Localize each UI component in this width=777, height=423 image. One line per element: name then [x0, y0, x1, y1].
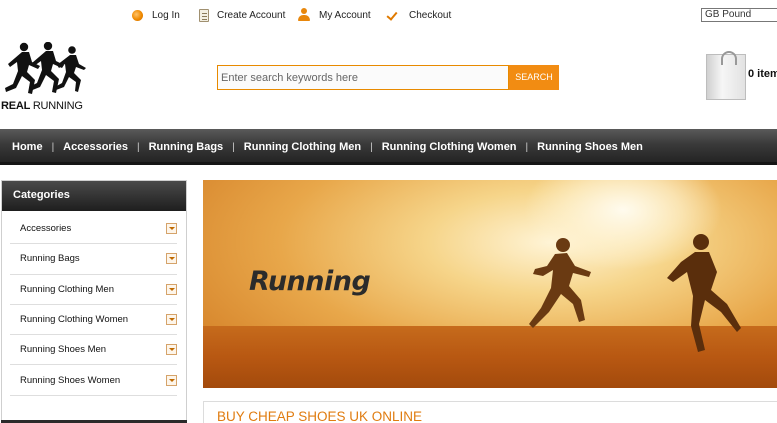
- nav-separator: |: [232, 141, 235, 153]
- nav-item-accessories[interactable]: Accessories: [63, 141, 128, 153]
- category-item-running-bags[interactable]: Running Bags: [10, 244, 177, 275]
- nav-separator: |: [51, 141, 55, 153]
- nav-item-running-clothing-men[interactable]: Running Clothing Men: [244, 141, 361, 153]
- nav-separator: |: [370, 141, 373, 153]
- nav-item-running-bags[interactable]: Running Bags: [149, 141, 224, 153]
- chevron-down-icon[interactable]: [166, 253, 177, 265]
- runner-man-image: [667, 234, 741, 352]
- hero-banner[interactable]: Running: [203, 180, 777, 388]
- bag-handle: [721, 51, 737, 65]
- main-nav: Home | Accessories | Running Bags | Runn…: [0, 129, 777, 165]
- category-label: Accessories: [20, 223, 72, 235]
- checkmark-icon: [387, 8, 401, 22]
- nav-item-running-shoes-men[interactable]: Running Shoes Men: [537, 141, 643, 153]
- create-account-icon: [199, 8, 209, 22]
- logo-text: REAL RUNNING: [1, 100, 83, 112]
- nav-item-home[interactable]: Home: [12, 141, 43, 153]
- logo-text-thin: RUNNING: [32, 100, 83, 112]
- category-item-accessories[interactable]: Accessories: [10, 214, 177, 245]
- category-label: Running Clothing Women: [20, 314, 129, 326]
- chevron-down-icon[interactable]: [166, 283, 177, 295]
- shopping-bag-icon: [706, 51, 746, 100]
- create-account-link[interactable]: Create Account: [199, 8, 285, 22]
- my-account-link[interactable]: My Account: [297, 8, 371, 22]
- my-account-label: My Account: [319, 9, 371, 21]
- nav-item-running-clothing-women[interactable]: Running Clothing Women: [382, 141, 517, 153]
- categories-sidebar: Categories Accessories Running Bags Runn…: [1, 180, 187, 423]
- chevron-down-icon[interactable]: [166, 374, 177, 386]
- logo-text-bold: REAL: [1, 100, 30, 112]
- chevron-down-icon[interactable]: [166, 314, 177, 326]
- runner-woman-image: [529, 238, 591, 328]
- category-item-running-shoes-women[interactable]: Running Shoes Women: [10, 365, 177, 396]
- currency-select[interactable]: GB Pound: [701, 8, 777, 22]
- create-account-label: Create Account: [217, 9, 286, 21]
- user-icon: [297, 8, 311, 22]
- category-item-running-clothing-men[interactable]: Running Clothing Men: [10, 275, 177, 305]
- category-label: Running Bags: [20, 253, 80, 265]
- banner-title: Running: [249, 266, 371, 297]
- login-icon: [132, 9, 143, 21]
- login-label: Log In: [152, 9, 180, 21]
- checkout-label: Checkout: [409, 9, 452, 21]
- top-bar: Log In Create Account My Account Checkou…: [0, 0, 777, 30]
- promo-section: BUY CHEAP SHOES UK ONLINE: [203, 401, 777, 423]
- runners-logo-icon: [5, 42, 86, 94]
- login-link[interactable]: Log In: [132, 8, 180, 22]
- category-label: Running Shoes Men: [20, 344, 107, 356]
- search-input[interactable]: Enter search keywords here: [217, 65, 509, 90]
- chevron-down-icon[interactable]: [166, 223, 177, 235]
- cart-widget[interactable]: 0 item: [704, 46, 777, 104]
- category-item-running-shoes-men[interactable]: Running Shoes Men: [10, 335, 177, 366]
- nav-separator: |: [525, 141, 529, 153]
- chevron-down-icon[interactable]: [166, 344, 177, 356]
- categories-heading: Categories: [2, 181, 186, 211]
- nav-separator: |: [137, 141, 140, 153]
- checkout-link[interactable]: Checkout: [387, 8, 451, 22]
- promo-title: BUY CHEAP SHOES UK ONLINE: [217, 409, 423, 423]
- site-logo[interactable]: REAL RUNNING: [0, 42, 92, 114]
- category-label: Running Clothing Men: [20, 283, 115, 295]
- cart-count: 0 item: [748, 68, 777, 80]
- nav-items: Home | Accessories | Running Bags | Runn…: [12, 140, 643, 154]
- category-list: Accessories Running Bags Running Clothin…: [2, 211, 186, 396]
- category-item-running-clothing-women[interactable]: Running Clothing Women: [10, 305, 177, 336]
- category-label: Running Shoes Women: [20, 374, 121, 386]
- search-button[interactable]: SEARCH: [509, 65, 559, 90]
